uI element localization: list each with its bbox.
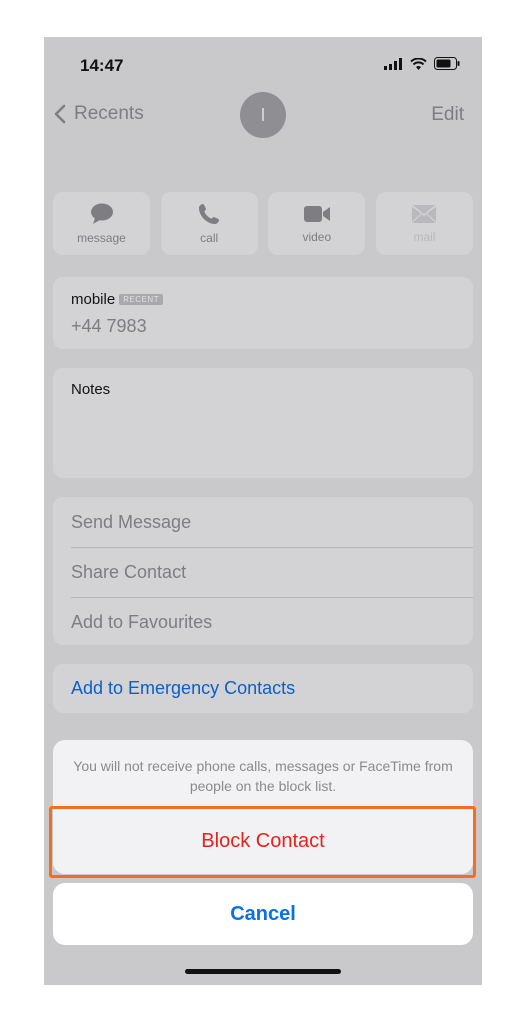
contact-avatar: I — [240, 92, 286, 138]
wifi-icon — [410, 57, 427, 70]
chevron-left-icon — [54, 104, 66, 124]
recent-badge: RECENT — [119, 294, 164, 305]
call-button[interactable]: call — [160, 192, 258, 255]
phone-number: +44 7983 — [71, 316, 147, 336]
message-label: message — [77, 230, 126, 245]
call-label: call — [200, 230, 219, 245]
battery-icon — [434, 57, 460, 70]
video-label: video — [302, 229, 332, 244]
add-to-favourites-row[interactable]: Add to Favourites — [71, 597, 473, 647]
mail-label: mail — [413, 229, 436, 244]
phone-label: mobile — [71, 291, 116, 308]
cancel-button[interactable]: Cancel — [53, 883, 473, 945]
status-time: 14:47 — [80, 56, 124, 75]
highlight-box — [49, 806, 476, 878]
video-icon — [303, 205, 330, 222]
edit-button[interactable]: Edit — [431, 104, 464, 126]
back-label: Recents — [74, 103, 144, 124]
cellular-signal-icon — [384, 57, 402, 70]
contact-options-list: Send Message Share Contact Add to Favour… — [53, 497, 473, 645]
message-icon — [90, 203, 113, 224]
action-buttons: message call video mail — [53, 192, 473, 255]
back-button[interactable]: Recents — [54, 103, 144, 125]
notes-card[interactable]: Notes — [53, 368, 473, 478]
mail-icon — [412, 204, 437, 223]
status-icons — [384, 57, 460, 70]
video-button[interactable]: video — [268, 192, 366, 255]
phone-number-card[interactable]: mobile RECENT +44 7983 — [53, 277, 473, 349]
message-button[interactable]: message — [53, 192, 150, 255]
notes-label: Notes — [71, 381, 111, 398]
share-contact-row[interactable]: Share Contact — [71, 547, 473, 598]
add-to-emergency-contacts-link[interactable]: Add to Emergency Contacts — [71, 678, 295, 699]
mail-button[interactable]: mail — [375, 192, 473, 255]
block-warning-message: You will not receive phone calls, messag… — [73, 758, 453, 794]
phone-icon — [199, 203, 220, 224]
home-indicator — [185, 969, 341, 974]
send-message-row[interactable]: Send Message — [71, 497, 473, 548]
phone-label-row: mobile RECENT — [71, 291, 164, 308]
emergency-contacts-card[interactable]: Add to Emergency Contacts — [53, 664, 473, 713]
